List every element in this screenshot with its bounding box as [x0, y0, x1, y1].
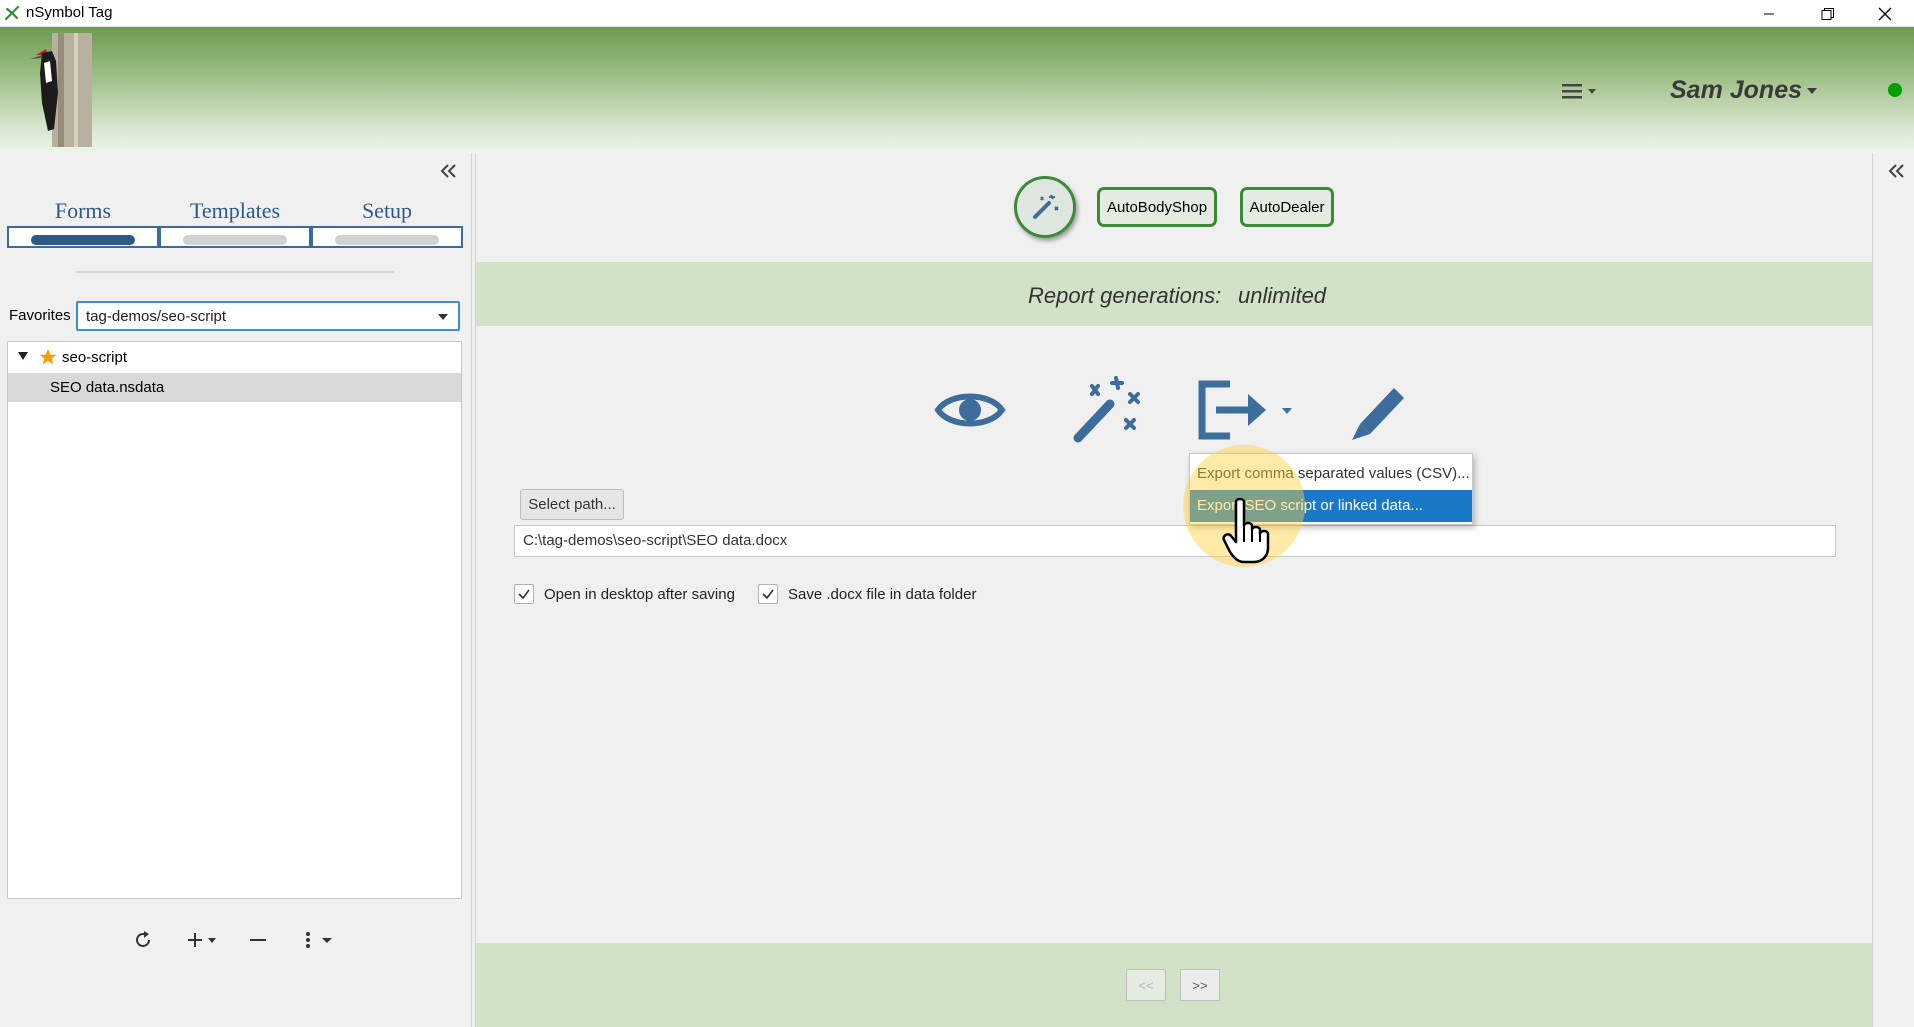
checkmark-icon	[762, 589, 774, 600]
favorites-label: Favorites	[9, 307, 71, 324]
output-path-input[interactable]: C:\tag-demos\seo-script\SEO data.docx	[514, 525, 1836, 557]
generate-button[interactable]	[1070, 374, 1146, 451]
chip-autobodyshop[interactable]: AutoBodyShop	[1097, 187, 1217, 227]
tab-forms-label: Forms	[54, 198, 112, 223]
plus-icon	[188, 933, 216, 947]
expand-triangle-icon	[18, 352, 28, 360]
divider	[76, 271, 394, 273]
previous-button[interactable]: <<	[1126, 969, 1166, 1001]
more-options-button[interactable]	[302, 925, 336, 955]
main-menu-button[interactable]	[1560, 80, 1600, 102]
pencil-icon	[1352, 388, 1404, 440]
collapse-left-button[interactable]	[438, 160, 460, 187]
minimize-icon	[1764, 13, 1774, 14]
refresh-icon	[136, 931, 150, 947]
remove-button[interactable]	[248, 925, 268, 955]
edit-button[interactable]	[1346, 374, 1412, 451]
tab-setup[interactable]: Setup	[311, 198, 463, 250]
tree-file-label: SEO data.nsdata	[50, 379, 165, 396]
tab-forms-indicator	[7, 226, 159, 248]
export-button[interactable]	[1194, 374, 1296, 451]
woodpecker-logo	[30, 33, 92, 147]
generate-wand-button[interactable]	[1014, 176, 1076, 238]
restore-icon	[1821, 7, 1834, 20]
tab-templates-indicator	[159, 226, 311, 248]
hamburger-menu-icon	[1562, 84, 1596, 99]
checkmark-icon	[518, 589, 530, 600]
vertical-dots-icon	[306, 932, 332, 948]
close-icon	[1878, 7, 1892, 20]
double-chevron-left-icon	[1888, 164, 1904, 178]
minus-icon	[250, 939, 266, 941]
tree-folder-row[interactable]: seo-script	[8, 343, 461, 372]
add-button[interactable]	[184, 925, 220, 955]
preview-button[interactable]	[934, 374, 1006, 451]
tab-templates[interactable]: Templates	[159, 198, 311, 250]
tree-toolbar	[0, 925, 472, 955]
select-path-button[interactable]: Select path...	[520, 489, 624, 520]
double-chevron-left-icon	[440, 164, 456, 178]
footer-band	[476, 943, 1872, 1027]
hand-cursor-icon	[1222, 498, 1270, 564]
tree-file-row[interactable]: SEO data.nsdata	[8, 373, 461, 402]
checkbox-save-docx[interactable]	[758, 584, 778, 604]
app-header	[0, 27, 1914, 153]
report-generations-label: Report generations:	[1028, 283, 1222, 308]
right-panel-strip	[1873, 153, 1914, 1027]
export-icon	[1198, 380, 1292, 440]
window-title: nSymbol Tag	[26, 4, 113, 21]
open-in-desktop-label: Open in desktop after saving	[544, 585, 735, 603]
restore-button[interactable]	[1799, 0, 1857, 27]
chip-autodealer[interactable]: AutoDealer	[1240, 187, 1334, 227]
save-docx-checkbox[interactable]: Save .docx file in data folder	[758, 583, 976, 605]
online-status-indicator	[1888, 83, 1902, 97]
tab-setup-indicator	[311, 226, 463, 248]
report-generations-value: unlimited	[1238, 283, 1327, 308]
star-icon	[39, 348, 57, 365]
magic-wand-icon	[1033, 194, 1059, 219]
close-button[interactable]	[1856, 0, 1914, 27]
user-menu[interactable]: Sam Jones	[1670, 76, 1802, 105]
checkbox-open-in-desktop[interactable]	[514, 584, 534, 604]
app-icon	[4, 5, 20, 21]
tree-folder-label: seo-script	[62, 349, 128, 366]
next-button[interactable]: >>	[1180, 969, 1220, 1001]
open-in-desktop-checkbox[interactable]: Open in desktop after saving	[514, 583, 735, 605]
favorites-value: tag-demos/seo-script	[86, 308, 227, 325]
minimize-button[interactable]	[1740, 0, 1798, 27]
chevron-down-icon	[1807, 88, 1817, 94]
dropdown-caret-icon	[438, 314, 448, 320]
save-docx-label: Save .docx file in data folder	[788, 585, 977, 603]
tab-forms[interactable]: Forms	[7, 198, 159, 250]
tab-templates-label: Templates	[189, 198, 281, 223]
refresh-button[interactable]	[132, 925, 154, 955]
eye-icon	[934, 393, 1006, 427]
tab-setup-label: Setup	[361, 198, 413, 223]
title-bar: nSymbol Tag	[0, 0, 1914, 27]
favorites-select[interactable]: tag-demos/seo-script	[76, 301, 460, 331]
file-tree: seo-script SEO data.nsdata	[7, 341, 462, 899]
collapse-right-button[interactable]	[1886, 160, 1908, 187]
left-tabs: Forms Templates Setup	[7, 198, 463, 250]
magic-wand-icon	[1073, 376, 1140, 443]
